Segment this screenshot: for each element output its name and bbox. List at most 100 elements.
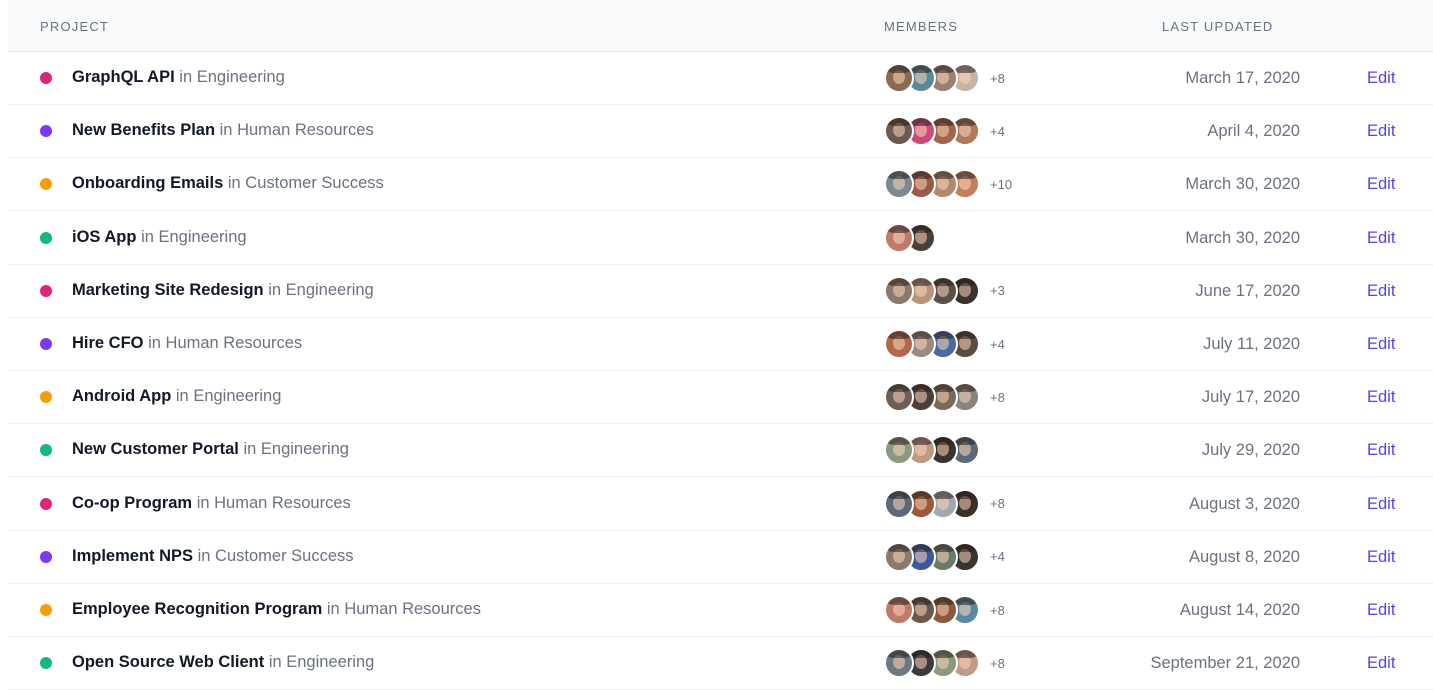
project-team: in Engineering — [175, 387, 282, 406]
status-dot-icon — [40, 657, 52, 670]
project-name[interactable]: Hire CFO — [72, 334, 144, 352]
extra-members-count: +10 — [990, 176, 1013, 192]
project-name[interactable]: GraphQL API — [72, 68, 175, 86]
project-cell[interactable]: Employee Recognition Program in Human Re… — [72, 600, 481, 619]
status-dot-icon — [40, 604, 52, 616]
edit-link[interactable]: Edit — [1367, 654, 1395, 673]
last-updated-date: July 29, 2020 — [1201, 441, 1300, 460]
project-cell[interactable]: Marketing Site Redesign in Engineering — [72, 281, 374, 300]
member-avatars: +8 — [884, 595, 1005, 625]
edit-link[interactable]: Edit — [1367, 335, 1395, 354]
project-cell[interactable]: Co-op Program in Human Resources — [72, 494, 351, 513]
project-name[interactable]: iOS App — [72, 228, 136, 246]
project-cell[interactable]: Onboarding Emails in Customer Success — [72, 174, 384, 193]
table-row: New Benefits Plan in Human Resources +4 Ap… — [8, 104, 1433, 159]
avatar[interactable] — [884, 488, 914, 519]
project-cell[interactable]: GraphQL API in Engineering — [72, 68, 285, 87]
project-team: in Human Resources — [219, 121, 374, 140]
avatar[interactable] — [884, 63, 914, 93]
extra-members-count: +4 — [990, 549, 1005, 565]
column-header-members[interactable]: MEMBERS — [884, 19, 958, 34]
table-header: PROJECT MEMBERS LAST UPDATED — [8, 0, 1433, 52]
project-team: in Human Resources — [326, 600, 481, 618]
project-team: in Engineering — [179, 68, 285, 86]
member-avatars: +4 — [884, 116, 1005, 147]
member-avatars: +8 — [884, 63, 1005, 93]
edit-link[interactable]: Edit — [1367, 548, 1395, 567]
column-header-project[interactable]: PROJECT — [40, 19, 109, 34]
avatar[interactable] — [884, 275, 914, 306]
edit-link[interactable]: Edit — [1367, 229, 1395, 248]
project-cell[interactable]: New Customer Portal in Engineering — [72, 440, 349, 459]
project-name[interactable]: Open Source Web Client — [72, 653, 264, 671]
project-cell[interactable]: iOS App in Engineering — [72, 228, 247, 247]
extra-members-count: +8 — [990, 70, 1005, 86]
status-dot-icon — [40, 497, 52, 510]
last-updated-date: August 14, 2020 — [1179, 601, 1300, 619]
last-updated-date: April 4, 2020 — [1207, 122, 1300, 141]
member-avatars — [884, 435, 980, 466]
last-updated-date: August 8, 2020 — [1188, 547, 1300, 566]
avatar[interactable] — [884, 222, 914, 253]
table-row: Android App in Engineering +8 July 17, 202… — [8, 370, 1433, 425]
project-name[interactable]: Marketing Site Redesign — [72, 281, 264, 299]
project-team: in Engineering — [243, 440, 349, 459]
edit-link[interactable]: Edit — [1367, 175, 1395, 194]
project-cell[interactable]: Hire CFO in Human Resources — [72, 334, 302, 353]
extra-members-count: +4 — [990, 336, 1005, 352]
project-name[interactable]: Implement NPS — [72, 547, 193, 565]
edit-link[interactable]: Edit — [1367, 69, 1395, 88]
project-name[interactable]: Android App — [72, 387, 171, 405]
status-dot-icon — [40, 284, 52, 297]
project-name[interactable]: New Benefits Plan — [72, 121, 215, 139]
table-row: Implement NPS in Customer Success +4 Augus… — [8, 530, 1433, 584]
avatar[interactable] — [884, 648, 914, 679]
member-avatars: +4 — [884, 541, 1005, 572]
project-team: in Engineering — [268, 653, 375, 672]
project-name[interactable]: Employee Recognition Program — [72, 600, 322, 618]
edit-link[interactable]: Edit — [1367, 441, 1395, 460]
table-row: Hire CFO in Human Resources +4 July 11, 20… — [8, 317, 1433, 371]
project-team: in Human Resources — [148, 334, 303, 352]
project-name[interactable]: Co-op Program — [72, 494, 192, 512]
avatar[interactable] — [884, 116, 914, 147]
project-cell[interactable]: Implement NPS in Customer Success — [72, 547, 354, 566]
last-updated-date: March 17, 2020 — [1185, 69, 1300, 87]
table-row: GraphQL API in Engineering +8 March 17, 20… — [8, 51, 1433, 105]
status-dot-icon — [40, 125, 52, 138]
member-avatars — [884, 222, 936, 253]
member-avatars: +3 — [884, 275, 1005, 306]
project-name[interactable]: Onboarding Emails — [72, 174, 223, 192]
edit-link[interactable]: Edit — [1367, 282, 1395, 301]
project-cell[interactable]: Open Source Web Client in Engineering — [72, 653, 374, 672]
edit-link[interactable]: Edit — [1367, 388, 1395, 407]
last-updated-date: June 17, 2020 — [1195, 281, 1300, 300]
member-avatars: +4 — [884, 329, 1005, 359]
avatar[interactable] — [884, 595, 914, 625]
last-updated-date: March 30, 2020 — [1185, 175, 1300, 194]
project-name[interactable]: New Customer Portal — [72, 440, 239, 458]
project-team: in Customer Success — [197, 546, 354, 565]
avatar[interactable] — [884, 382, 914, 413]
extra-members-count: +8 — [990, 655, 1005, 671]
avatar[interactable] — [884, 169, 914, 200]
edit-link[interactable]: Edit — [1367, 495, 1395, 514]
project-team: in Engineering — [141, 227, 247, 246]
avatar[interactable] — [884, 541, 914, 572]
avatar[interactable] — [884, 329, 914, 359]
extra-members-count: +8 — [990, 602, 1005, 618]
project-team: in Human Resources — [196, 493, 351, 512]
project-cell[interactable]: New Benefits Plan in Human Resources — [72, 121, 374, 140]
extra-members-count: +8 — [990, 389, 1005, 405]
last-updated-date: August 3, 2020 — [1188, 494, 1300, 513]
edit-link[interactable]: Edit — [1367, 601, 1395, 620]
project-cell[interactable]: Android App in Engineering — [72, 387, 281, 406]
avatar[interactable] — [884, 435, 914, 466]
table-row: New Customer Portal in Engineering July 2… — [8, 423, 1433, 478]
member-avatars: +10 — [884, 169, 1013, 200]
column-header-last-updated[interactable]: LAST UPDATED — [1162, 19, 1273, 34]
status-dot-icon — [40, 550, 52, 563]
edit-link[interactable]: Edit — [1367, 122, 1395, 141]
status-dot-icon — [40, 338, 52, 350]
member-avatars: +8 — [884, 648, 1005, 679]
